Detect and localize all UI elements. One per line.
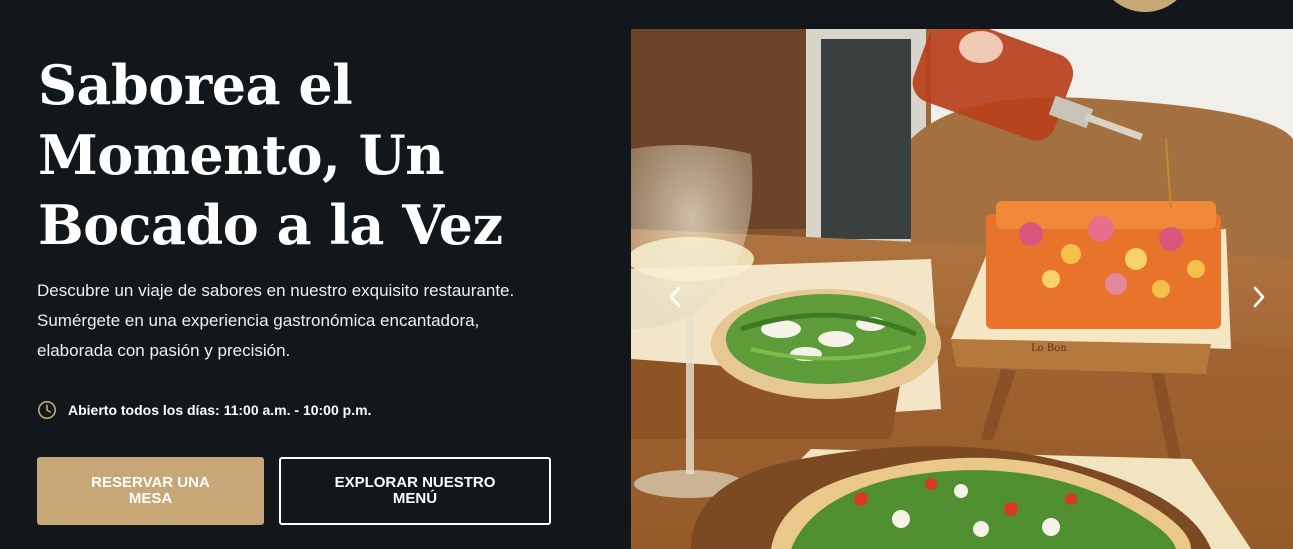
carousel-prev-button[interactable]	[663, 282, 687, 312]
food-photo: Lo Bon	[631, 29, 1293, 549]
headline-line-3: Bocado a la Vez	[38, 193, 503, 257]
board-brand-text: Lo Bon	[1031, 343, 1067, 354]
reserve-table-label: RESERVAR UNA MESA	[91, 474, 210, 507]
chevron-right-icon	[1253, 286, 1265, 308]
intro-line-3: elaborada con pasión y precisión.	[37, 341, 291, 360]
opening-hours-text: Abierto todos los días: 11:00 a.m. - 10:…	[68, 402, 372, 418]
carousel-next-button[interactable]	[1247, 282, 1271, 312]
explore-menu-label: EXPLORAR NUESTRO MENÚ	[334, 474, 496, 507]
explore-menu-button[interactable]: EXPLORAR NUESTRO MENÚ	[279, 457, 551, 525]
opening-hours: Abierto todos los días: 11:00 a.m. - 10:…	[37, 399, 371, 421]
intro-line-2: Sumérgete en una experiencia gastronómic…	[37, 311, 480, 330]
reserve-table-button[interactable]: RESERVAR UNA MESA	[37, 457, 264, 525]
headline-line-2: Momento, Un	[38, 123, 444, 187]
headline-line-1: Saborea el	[38, 53, 353, 117]
clock-icon	[37, 400, 57, 420]
hero-intro: Descubre un viaje de sabores en nuestro …	[37, 276, 577, 366]
header-pill-button[interactable]	[1097, 0, 1193, 12]
hero-image-carousel[interactable]: Lo Bon	[631, 29, 1293, 549]
hero-section: Saborea el Momento, Un Bocado a la Vez D…	[0, 0, 631, 549]
hero-headline: Saborea el Momento, Un Bocado a la Vez	[38, 50, 598, 260]
intro-line-1: Descubre un viaje de sabores en nuestro …	[37, 281, 515, 300]
chevron-left-icon	[669, 286, 681, 308]
